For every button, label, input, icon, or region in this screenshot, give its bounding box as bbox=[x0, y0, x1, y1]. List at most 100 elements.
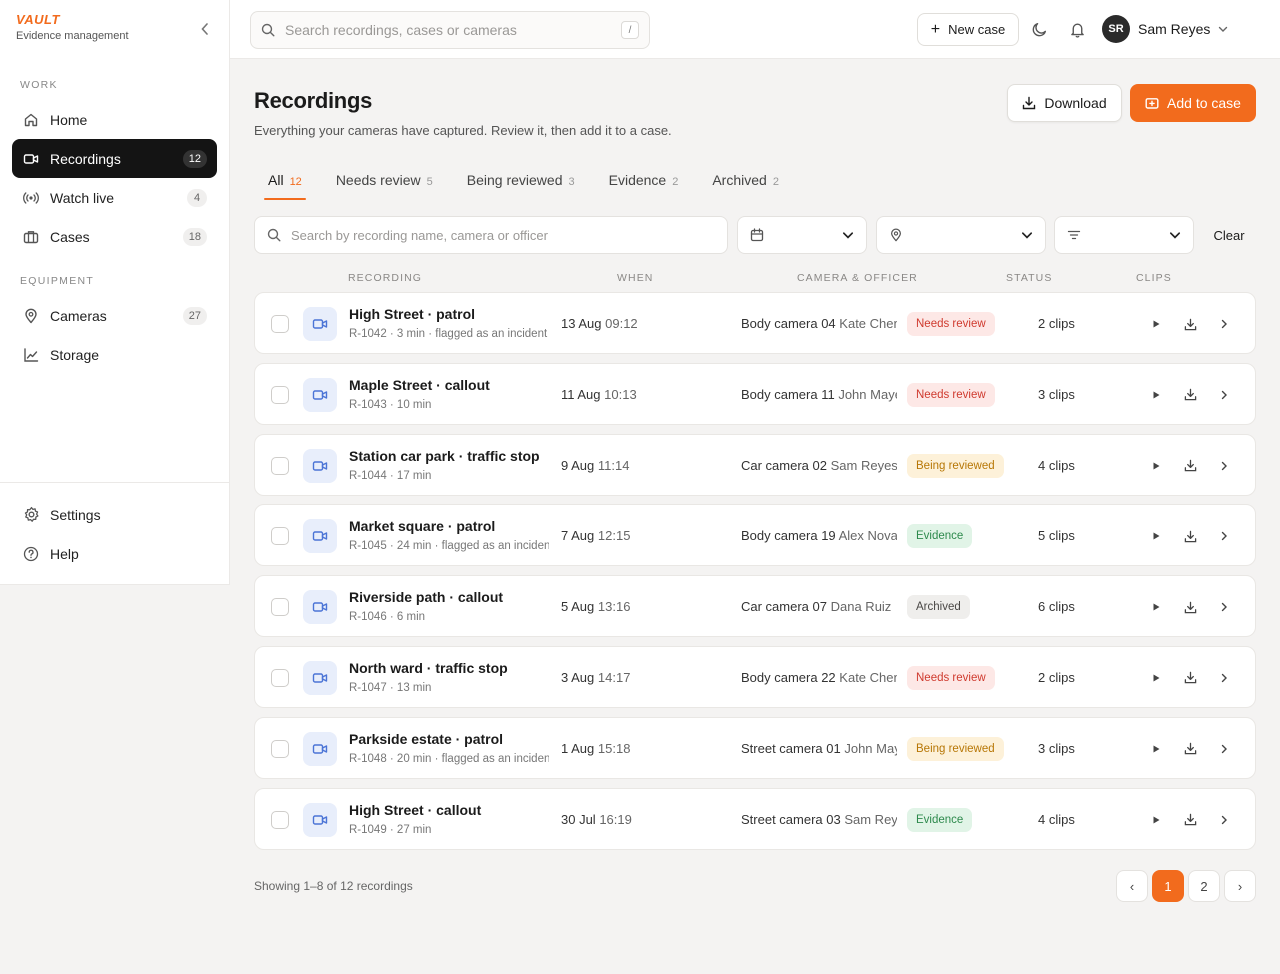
tab-being-reviewed[interactable]: Being reviewed 3 bbox=[463, 166, 579, 200]
row-checkbox[interactable] bbox=[271, 456, 289, 475]
sidebar-item-settings[interactable]: Settings bbox=[12, 495, 217, 534]
status-filter-dropdown[interactable] bbox=[1054, 216, 1194, 254]
tab-label: Needs review bbox=[335, 172, 421, 188]
sidebar-item-storage[interactable]: Storage bbox=[12, 335, 217, 374]
table-row[interactable]: North ward · traffic stop R-1047 · 13 mi… bbox=[254, 645, 1256, 708]
play-icon[interactable] bbox=[1147, 598, 1165, 616]
sidebar-item-recordings[interactable]: Recordings 12 bbox=[12, 139, 217, 178]
clear-filters-button[interactable]: Clear bbox=[1205, 216, 1253, 254]
recording-name: Parkside estate · patrol bbox=[349, 730, 504, 747]
recording-time: 13:16 bbox=[597, 599, 631, 615]
table-row[interactable]: High Street · callout R-1049 · 27 min 30… bbox=[254, 787, 1256, 850]
table-row[interactable]: Parkside estate · patrol R-1048 · 20 min… bbox=[254, 716, 1256, 779]
clips-count: 2 clips bbox=[1038, 669, 1075, 685]
row-checkbox[interactable] bbox=[271, 385, 289, 404]
recording-meta: R-1049 · 27 min bbox=[349, 823, 432, 836]
prev-page-button[interactable]: ‹ bbox=[1116, 870, 1148, 902]
play-icon[interactable] bbox=[1147, 669, 1165, 687]
global-search-input[interactable] bbox=[285, 22, 621, 38]
recording-search-input[interactable] bbox=[291, 227, 715, 243]
tab-label: Archived bbox=[712, 172, 767, 188]
download-icon[interactable] bbox=[1181, 811, 1199, 829]
showing-count: Showing 1–8 of 12 recordings bbox=[254, 879, 413, 893]
download-icon[interactable] bbox=[1181, 386, 1199, 404]
recording-search[interactable] bbox=[254, 216, 728, 254]
tab-count: 5 bbox=[426, 176, 433, 188]
tab-all[interactable]: All 12 bbox=[264, 166, 306, 200]
recording-when: 13 Aug 09:12 bbox=[561, 316, 638, 331]
sidebar-item-cases[interactable]: Cases 18 bbox=[12, 217, 217, 256]
sidebar-item-cameras[interactable]: Cameras 27 bbox=[12, 296, 217, 335]
sidebar-item-label: Home bbox=[50, 111, 88, 128]
sidebar-item-home[interactable]: Home bbox=[12, 100, 217, 139]
section-label-work: WORK bbox=[20, 79, 58, 91]
sidebar-item-help[interactable]: Help bbox=[12, 534, 217, 573]
play-icon[interactable] bbox=[1147, 740, 1165, 758]
location-filter-dropdown[interactable] bbox=[876, 216, 1046, 254]
column-header-status: STATUS bbox=[1006, 272, 1053, 284]
officer-name: Alex Novak bbox=[838, 528, 897, 544]
section-label-equipment: EQUIPMENT bbox=[20, 275, 95, 287]
officer-name: John Mayer bbox=[844, 740, 897, 756]
chevron-right-icon[interactable] bbox=[1215, 740, 1233, 758]
collapse-sidebar-icon[interactable] bbox=[198, 22, 212, 36]
next-page-button[interactable]: › bbox=[1224, 870, 1256, 902]
chevron-right-icon[interactable] bbox=[1215, 527, 1233, 545]
sidebar-item-watch-live[interactable]: Watch live 4 bbox=[12, 178, 217, 217]
recording-time: 10:13 bbox=[604, 386, 637, 402]
table-row[interactable]: Maple Street · callout R-1043 · 10 min 1… bbox=[254, 362, 1256, 425]
video-camera-icon bbox=[303, 519, 337, 554]
date-filter-dropdown[interactable] bbox=[737, 216, 867, 254]
status-badge: Needs review bbox=[907, 312, 995, 336]
tab-archived[interactable]: Archived 2 bbox=[708, 166, 783, 200]
row-checkbox[interactable] bbox=[271, 598, 289, 617]
chevron-right-icon[interactable] bbox=[1215, 669, 1233, 687]
camera-officer: Body camera 04 Kate Chen bbox=[741, 316, 897, 331]
table-row[interactable]: High Street · patrol R-1042 · 3 min · fl… bbox=[254, 292, 1256, 354]
map-pin-icon bbox=[889, 228, 903, 242]
count-badge: 18 bbox=[182, 227, 207, 246]
recording-time: 16:19 bbox=[599, 811, 632, 827]
user-menu[interactable]: SR Sam Reyes bbox=[1102, 15, 1228, 43]
download-icon[interactable] bbox=[1181, 527, 1199, 545]
count-badge: 12 bbox=[182, 149, 207, 168]
recording-date: 11 Aug bbox=[561, 386, 601, 402]
row-checkbox[interactable] bbox=[271, 739, 289, 758]
download-icon[interactable] bbox=[1181, 457, 1199, 475]
notifications-bell-icon[interactable] bbox=[1067, 19, 1087, 39]
chevron-right-icon[interactable] bbox=[1215, 811, 1233, 829]
play-icon[interactable] bbox=[1147, 527, 1165, 545]
sidebar-divider bbox=[0, 482, 230, 483]
play-icon[interactable] bbox=[1147, 315, 1165, 333]
row-checkbox[interactable] bbox=[271, 668, 289, 687]
download-icon[interactable] bbox=[1181, 669, 1199, 687]
chevron-right-icon[interactable] bbox=[1215, 457, 1233, 475]
chevron-right-icon[interactable] bbox=[1215, 598, 1233, 616]
chevron-right-icon[interactable] bbox=[1215, 315, 1233, 333]
new-case-button[interactable]: + New case bbox=[917, 13, 1019, 46]
page-2-button[interactable]: 2 bbox=[1188, 870, 1220, 902]
table-row[interactable]: Riverside path · callout R-1046 · 6 min … bbox=[254, 575, 1256, 638]
chevron-right-icon[interactable] bbox=[1215, 386, 1233, 404]
table-row[interactable]: Station car park · traffic stop R-1044 ·… bbox=[254, 433, 1256, 496]
play-icon[interactable] bbox=[1147, 386, 1165, 404]
theme-toggle-moon-icon[interactable] bbox=[1029, 19, 1049, 39]
download-button[interactable]: Download bbox=[1007, 84, 1122, 122]
row-checkbox[interactable] bbox=[271, 810, 289, 829]
brand[interactable]: VAULT Evidence management bbox=[16, 12, 129, 42]
tab-needs-review[interactable]: Needs review 5 bbox=[332, 166, 437, 200]
global-search[interactable]: / bbox=[250, 11, 650, 49]
download-icon[interactable] bbox=[1181, 315, 1199, 333]
table-row[interactable]: Market square · patrol R-1045 · 24 min ·… bbox=[254, 504, 1256, 567]
play-icon[interactable] bbox=[1147, 811, 1165, 829]
page-1-button[interactable]: 1 bbox=[1152, 870, 1184, 902]
add-to-case-button[interactable]: Add to case bbox=[1130, 84, 1256, 122]
tab-evidence[interactable]: Evidence 2 bbox=[605, 166, 683, 200]
play-icon[interactable] bbox=[1147, 457, 1165, 475]
download-icon[interactable] bbox=[1181, 740, 1199, 758]
chevron-down-icon bbox=[1218, 24, 1228, 34]
download-icon[interactable] bbox=[1181, 598, 1199, 616]
row-checkbox[interactable] bbox=[271, 315, 289, 333]
recording-time: 14:17 bbox=[597, 669, 631, 685]
row-checkbox[interactable] bbox=[271, 527, 289, 546]
